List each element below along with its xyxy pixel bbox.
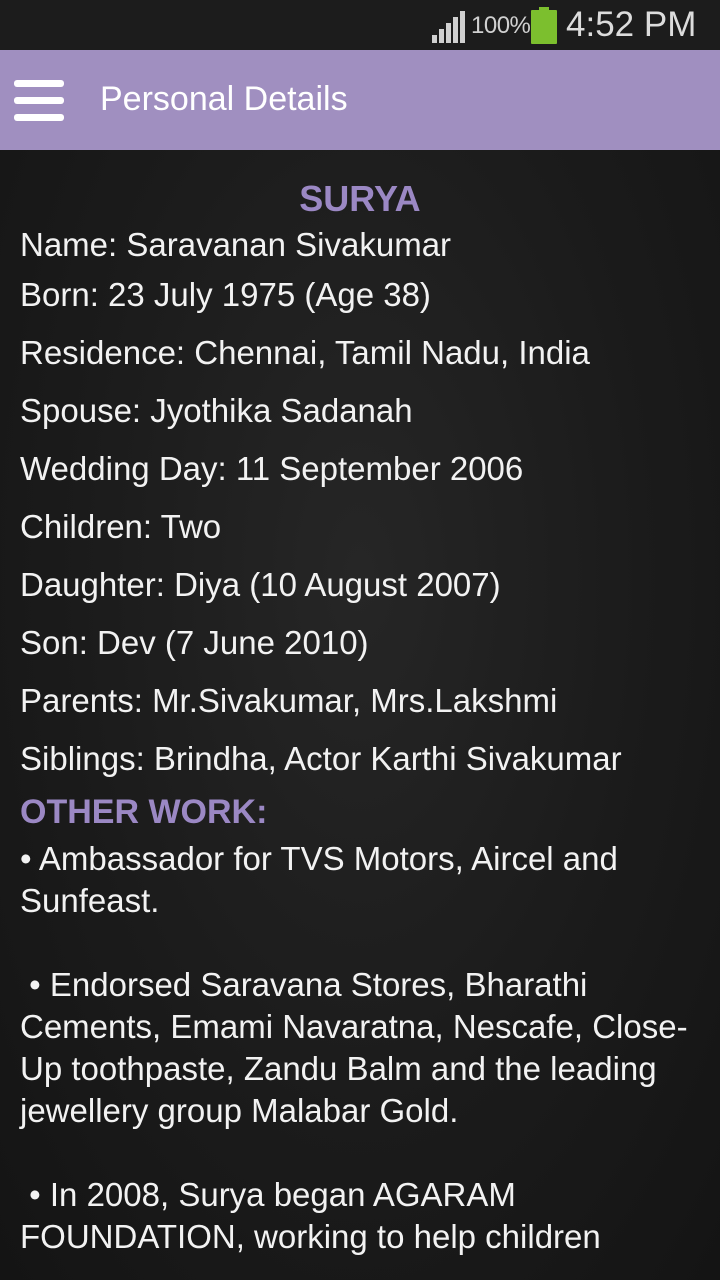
detail-spouse: Spouse: Jyothika Sadanah bbox=[20, 392, 413, 429]
profile-heading: SURYA bbox=[299, 178, 421, 219]
page-title: Personal Details bbox=[100, 80, 348, 118]
other-work-title: OTHER WORK: bbox=[20, 793, 268, 831]
screen: 100% 4:52 PM Personal Details SURYA Name… bbox=[0, 0, 720, 1280]
battery-percentage: 100% bbox=[471, 12, 531, 39]
status-bar: 100% 4:52 PM bbox=[0, 0, 720, 50]
other-work-item: • In 2008, Surya began AGARAM FOUNDATION… bbox=[20, 1176, 601, 1255]
clock: 4:52 PM bbox=[566, 5, 697, 44]
detail-children: Children: Two bbox=[20, 508, 222, 545]
signal-strength-icon bbox=[432, 11, 465, 43]
detail-wedding-day: Wedding Day: 11 September 2006 bbox=[20, 450, 524, 487]
detail-daughter: Daughter: Diya (10 August 2007) bbox=[20, 566, 501, 603]
detail-name: Name: Saravanan Sivakumar bbox=[20, 226, 452, 263]
detail-residence: Residence: Chennai, Tamil Nadu, India bbox=[20, 334, 590, 371]
app-bar: Personal Details bbox=[0, 50, 720, 150]
other-work-item: • Endorsed Saravana Stores, Bharathi Cem… bbox=[20, 966, 688, 1129]
hamburger-menu-icon[interactable] bbox=[12, 78, 66, 124]
detail-son: Son: Dev (7 June 2010) bbox=[20, 624, 369, 661]
detail-parents: Parents: Mr.Sivakumar, Mrs.Lakshmi bbox=[20, 682, 558, 719]
personal-details-content[interactable]: SURYA Name: Saravanan Sivakumar Born: 23… bbox=[0, 150, 720, 1280]
other-work-item: • Ambassador for TVS Motors, Aircel and … bbox=[20, 840, 628, 919]
detail-siblings: Siblings: Brindha, Actor Karthi Sivakuma… bbox=[20, 740, 622, 777]
battery-icon bbox=[531, 7, 557, 44]
detail-born: Born: 23 July 1975 (Age 38) bbox=[20, 276, 431, 313]
